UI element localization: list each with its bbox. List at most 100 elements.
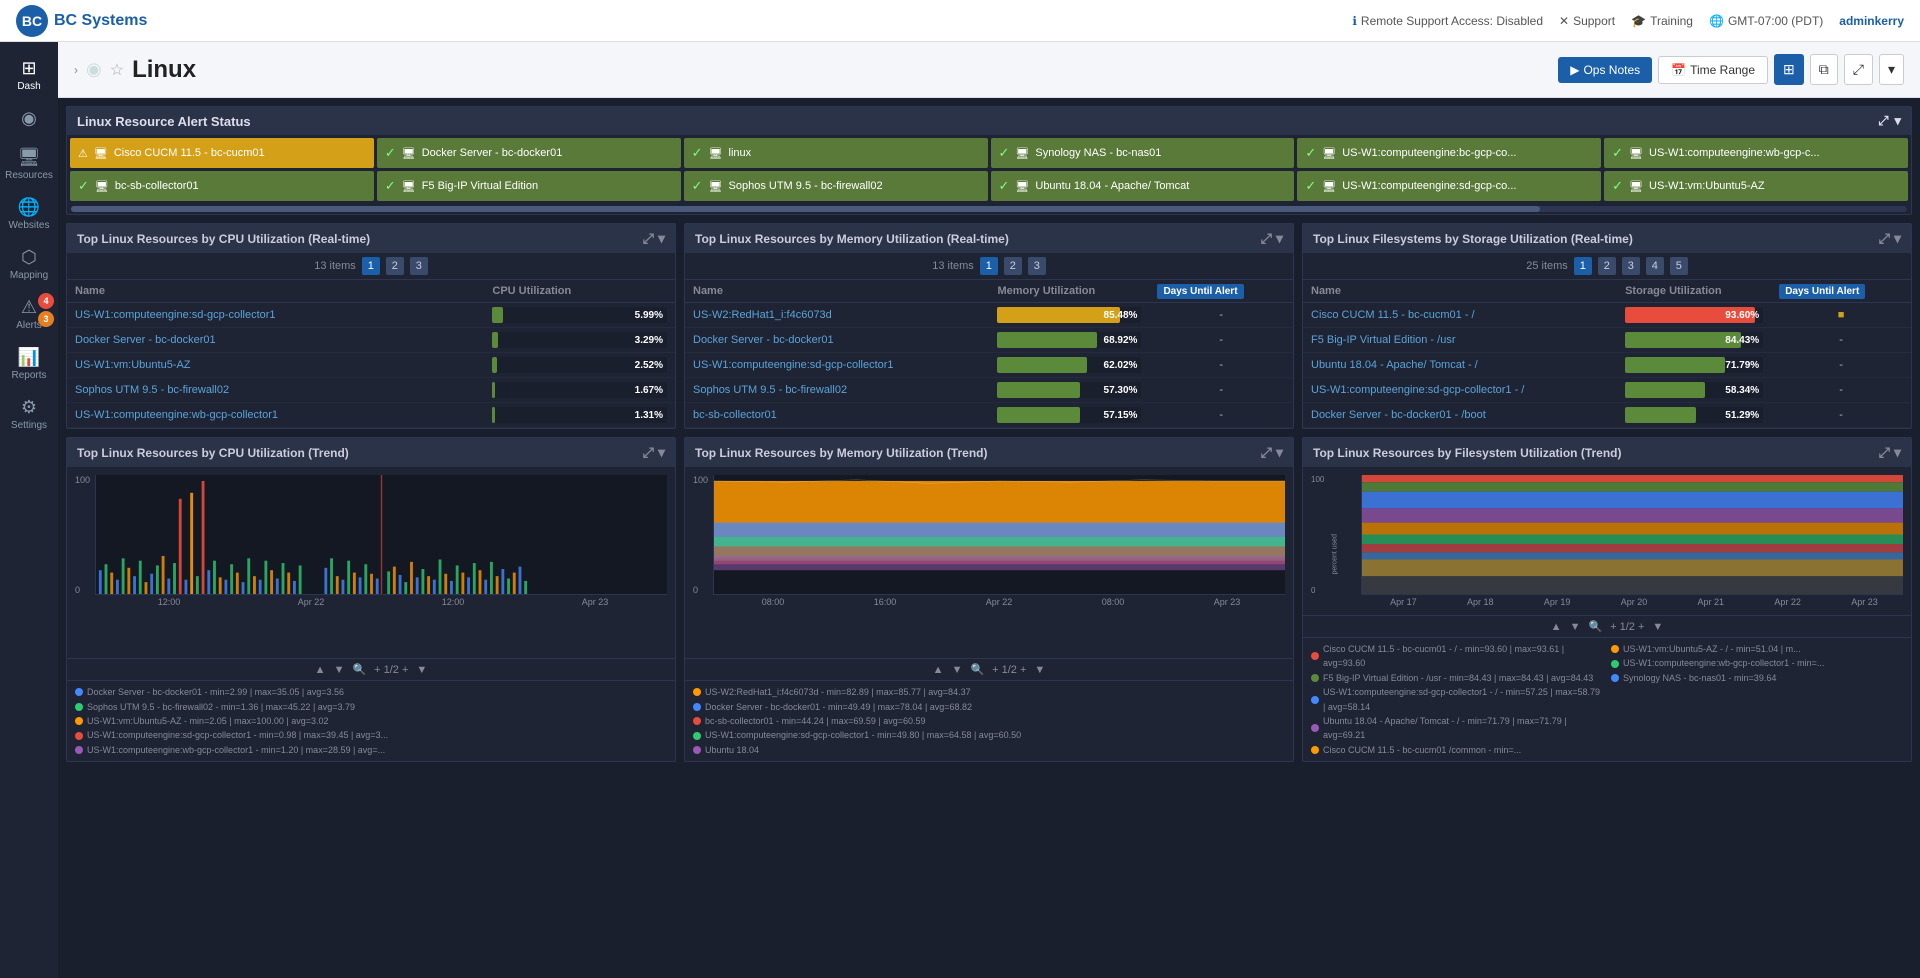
chevron-right-icon[interactable]: ›	[74, 63, 78, 77]
table-row[interactable]: US-W1:computeengine:sd-gcp-collector1 5.…	[67, 303, 675, 328]
resource-link[interactable]: F5 Big-IP Virtual Edition - /usr	[1311, 334, 1456, 346]
grid-button[interactable]: ⊞	[1774, 54, 1804, 85]
down-icon-mem[interactable]: ▼	[1034, 664, 1045, 676]
up-arrow[interactable]: ▲	[315, 664, 326, 676]
expand-icon-mem-trend[interactable]: ⤢	[1261, 444, 1272, 461]
more-button[interactable]: ▾	[1879, 54, 1904, 85]
ops-notes-button[interactable]: ▶ Ops Notes	[1558, 57, 1652, 83]
sidebar-item-websites[interactable]: 🌐 Websites	[0, 189, 58, 239]
list-item[interactable]: ✓ 🖥 Synology NAS - bc-nas01	[991, 138, 1295, 168]
training-link[interactable]: 🎓 Training	[1631, 14, 1693, 28]
collapse-icon-fs-trend[interactable]: ▾	[1894, 444, 1901, 461]
collapse-icon-memory[interactable]: ▾	[1276, 230, 1283, 247]
table-row[interactable]: Cisco CUCM 11.5 - bc-cucm01 - / 93.60% ■	[1303, 303, 1911, 328]
resource-link[interactable]: Ubuntu 18.04 - Apache/ Tomcat - /	[1311, 359, 1478, 371]
table-row[interactable]: Docker Server - bc-docker01 68.92% -	[685, 328, 1293, 353]
collapse-icon-mem-trend[interactable]: ▾	[1276, 444, 1283, 461]
page-btn-stor-5[interactable]: 5	[1670, 257, 1688, 275]
page-btn-stor-4[interactable]: 4	[1646, 257, 1664, 275]
page-btn-mem-3[interactable]: 3	[1028, 257, 1046, 275]
table-row[interactable]: F5 Big-IP Virtual Edition - /usr 84.43% …	[1303, 328, 1911, 353]
page-btn-mem-1[interactable]: 1	[980, 257, 998, 275]
list-item[interactable]: ✓ 🖥 US-W1:computeengine:bc-gcp-co...	[1297, 138, 1601, 168]
sidebar-item-settings[interactable]: ⚙ Settings	[0, 389, 58, 439]
up-arrow-mem[interactable]: ▲	[933, 664, 944, 676]
collapse-icon-cpu-trend[interactable]: ▾	[658, 444, 665, 461]
user-menu[interactable]: adminkerry	[1839, 14, 1904, 28]
list-item[interactable]: ✓ 🖥 US-W1:computeengine:sd-gcp-co...	[1297, 171, 1601, 201]
zoom-icon-mem[interactable]: 🔍	[970, 663, 984, 676]
list-item[interactable]: ✓ 🖥 Sophos UTM 9.5 - bc-firewall02	[684, 171, 988, 201]
table-row[interactable]: Sophos UTM 9.5 - bc-firewall02 57.30% -	[685, 378, 1293, 403]
support-link[interactable]: ✕ Support	[1559, 14, 1615, 28]
table-row[interactable]: Docker Server - bc-docker01 - /boot 51.2…	[1303, 403, 1911, 428]
alert-collapse-icon[interactable]: ▾	[1894, 113, 1901, 129]
expand-icon-cpu-trend[interactable]: ⤢	[643, 444, 654, 461]
list-item[interactable]: ✓ 🖥 linux	[684, 138, 988, 168]
expand-icon-storage[interactable]: ⤢	[1879, 230, 1890, 247]
up-arrow-fs[interactable]: ▲	[1551, 621, 1562, 633]
resource-link[interactable]: US-W1:computeengine:wb-gcp-collector1	[75, 409, 278, 421]
table-row[interactable]: Docker Server - bc-docker01 3.29%	[67, 328, 675, 353]
resource-link[interactable]: US-W1:computeengine:sd-gcp-collector1	[693, 359, 894, 371]
table-row[interactable]: bc-sb-collector01 57.15% -	[685, 403, 1293, 428]
page-btn-2[interactable]: 2	[386, 257, 404, 275]
zoom-icon[interactable]: 🔍	[352, 663, 366, 676]
sidebar-item-dash[interactable]: ⊞ Dash	[0, 50, 58, 100]
resource-link[interactable]: Docker Server - bc-docker01	[75, 334, 216, 346]
resource-link[interactable]: Sophos UTM 9.5 - bc-firewall02	[693, 384, 847, 396]
resource-link[interactable]: US-W2:RedHat1_i:f4c6073d	[693, 309, 832, 321]
table-row[interactable]: US-W1:computeengine:wb-gcp-collector1 1.…	[67, 403, 675, 428]
page-btn-stor-1[interactable]: 1	[1574, 257, 1592, 275]
down-icon[interactable]: ▼	[416, 664, 427, 676]
table-row[interactable]: US-W1:computeengine:sd-gcp-collector1 62…	[685, 353, 1293, 378]
resource-link[interactable]: US-W1:computeengine:sd-gcp-collector1 - …	[1311, 384, 1524, 396]
page-btn-stor-3[interactable]: 3	[1622, 257, 1640, 275]
sidebar-item-resources[interactable]: 🖥 Resources	[0, 139, 58, 189]
page-btn-1[interactable]: 1	[362, 257, 380, 275]
list-item[interactable]: ⚠ 🖥 Cisco CUCM 11.5 - bc-cucm01	[70, 138, 374, 168]
list-item[interactable]: ✓ 🖥 Ubuntu 18.04 - Apache/ Tomcat	[991, 171, 1295, 201]
copy-button[interactable]: ⧉	[1810, 54, 1838, 85]
list-item[interactable]: ✓ 🖥 F5 Big-IP Virtual Edition	[377, 171, 681, 201]
down-arrow-mem[interactable]: ▼	[952, 664, 963, 676]
resource-link[interactable]: US-W1:vm:Ubuntu5-AZ	[75, 359, 191, 371]
fullscreen-button[interactable]: ⤢	[1844, 54, 1873, 85]
collapse-icon[interactable]: ▾	[658, 230, 665, 247]
collapse-icon-storage[interactable]: ▾	[1894, 230, 1901, 247]
page-btn-stor-2[interactable]: 2	[1598, 257, 1616, 275]
time-range-button[interactable]: 📅 Time Range	[1658, 56, 1768, 84]
page-btn-mem-2[interactable]: 2	[1004, 257, 1022, 275]
sidebar-item-alerts[interactable]: ⚠ Alerts 4 3	[0, 289, 58, 339]
table-row[interactable]: US-W1:vm:Ubuntu5-AZ 2.52%	[67, 353, 675, 378]
table-row[interactable]: US-W2:RedHat1_i:f4c6073d 85.48% -	[685, 303, 1293, 328]
star-icon[interactable]: ☆	[110, 60, 124, 80]
page-btn-3[interactable]: 3	[410, 257, 428, 275]
alert-expand-icon[interactable]: ⤢	[1878, 113, 1888, 129]
down-icon-fs[interactable]: ▼	[1652, 621, 1663, 633]
scrollbar[interactable]	[71, 206, 1907, 212]
list-item[interactable]: ✓ 🖥 Docker Server - bc-docker01	[377, 138, 681, 168]
expand-icon-fs-trend[interactable]: ⤢	[1879, 444, 1890, 461]
remote-support-status[interactable]: ℹ Remote Support Access: Disabled	[1352, 14, 1543, 28]
list-item[interactable]: ✓ 🖥 US-W1:vm:Ubuntu5-AZ	[1604, 171, 1908, 201]
resource-link[interactable]: Cisco CUCM 11.5 - bc-cucm01 - /	[1311, 309, 1475, 321]
logo[interactable]: BC BC Systems	[16, 5, 147, 37]
sidebar-item-mapping[interactable]: ⬡ Mapping	[0, 239, 58, 289]
resource-link[interactable]: Docker Server - bc-docker01	[693, 334, 834, 346]
list-item[interactable]: ✓ 🖥 US-W1:computeengine:wb-gcp-c...	[1604, 138, 1908, 168]
list-item[interactable]: ✓ 🖥 bc-sb-collector01	[70, 171, 374, 201]
table-row[interactable]: Ubuntu 18.04 - Apache/ Tomcat - / 71.79%…	[1303, 353, 1911, 378]
sidebar-item-reports[interactable]: 📊 Reports	[0, 339, 58, 389]
table-row[interactable]: US-W1:computeengine:sd-gcp-collector1 - …	[1303, 378, 1911, 403]
expand-icon[interactable]: ⤢	[643, 230, 654, 247]
resource-link[interactable]: Sophos UTM 9.5 - bc-firewall02	[75, 384, 229, 396]
sidebar-item-palette[interactable]: ◉	[0, 100, 58, 139]
expand-icon-memory[interactable]: ⤢	[1261, 230, 1272, 247]
resource-link[interactable]: Docker Server - bc-docker01 - /boot	[1311, 409, 1486, 421]
zoom-icon-fs[interactable]: 🔍	[1588, 620, 1602, 633]
table-row[interactable]: Sophos UTM 9.5 - bc-firewall02 1.67%	[67, 378, 675, 403]
down-arrow[interactable]: ▼	[334, 664, 345, 676]
resource-link[interactable]: US-W1:computeengine:sd-gcp-collector1	[75, 309, 276, 321]
resource-link[interactable]: bc-sb-collector01	[693, 409, 777, 421]
